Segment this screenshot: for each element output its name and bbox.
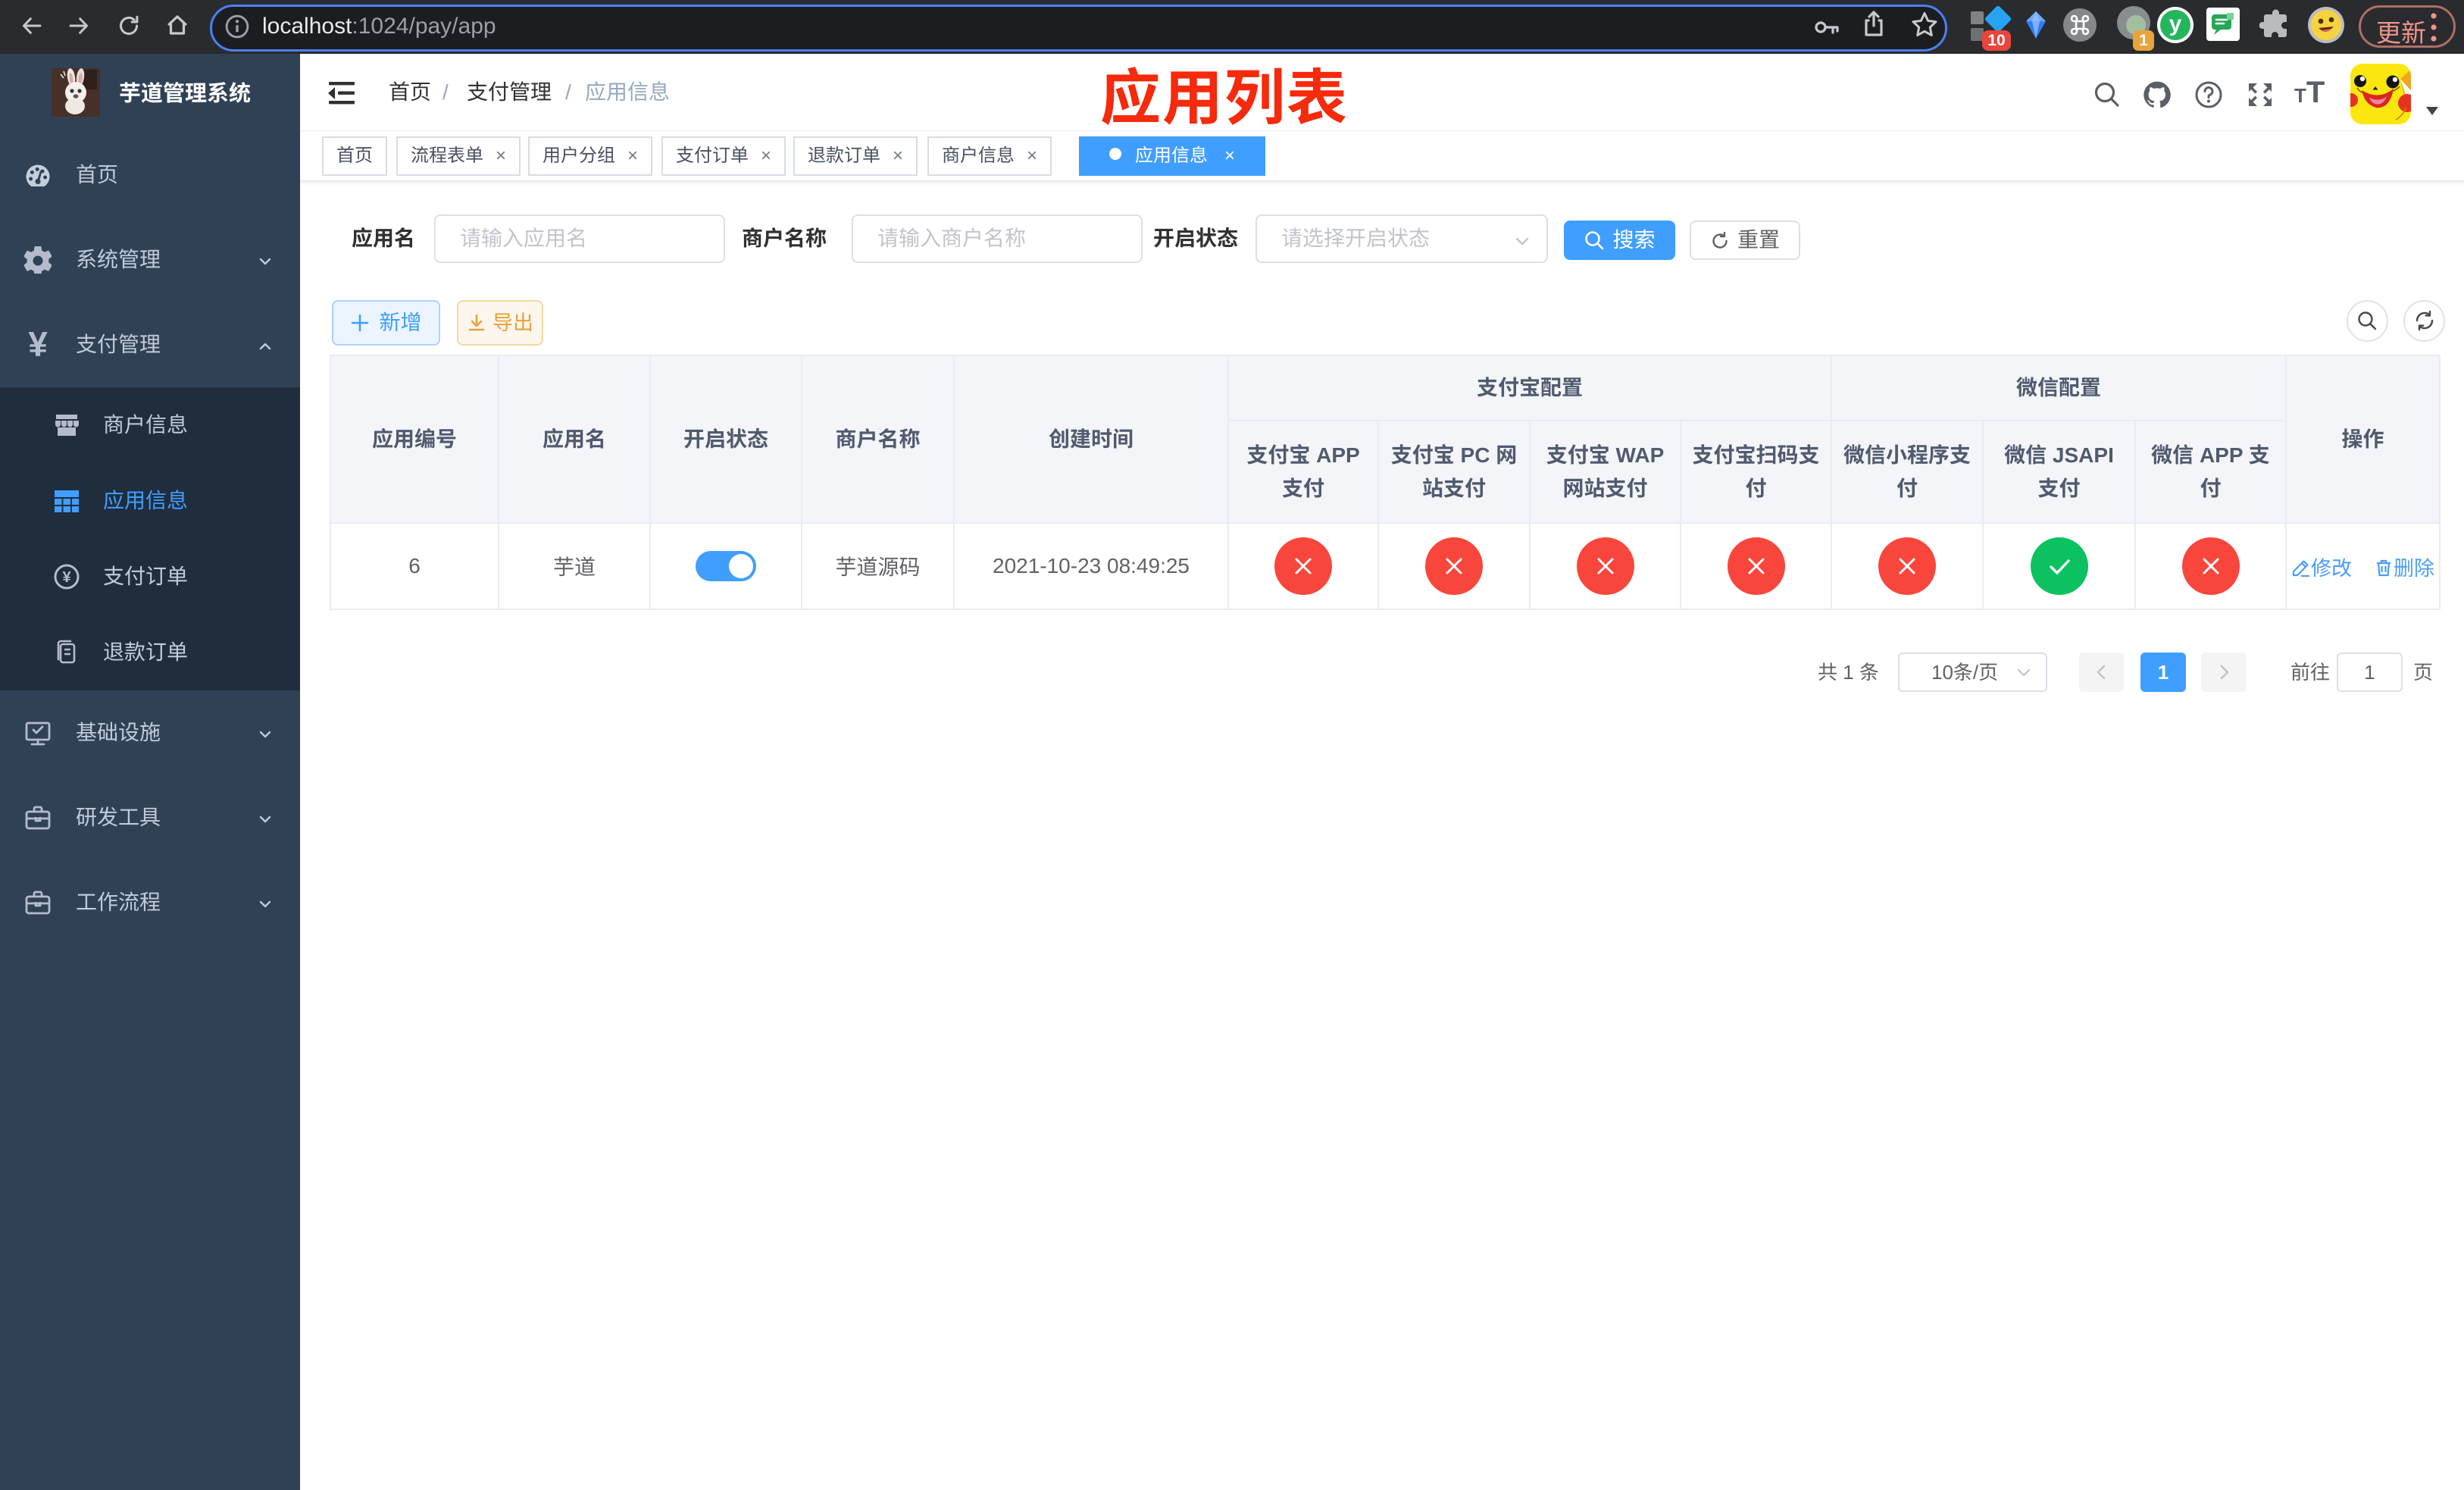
svg-text:¥: ¥ [62, 569, 71, 586]
